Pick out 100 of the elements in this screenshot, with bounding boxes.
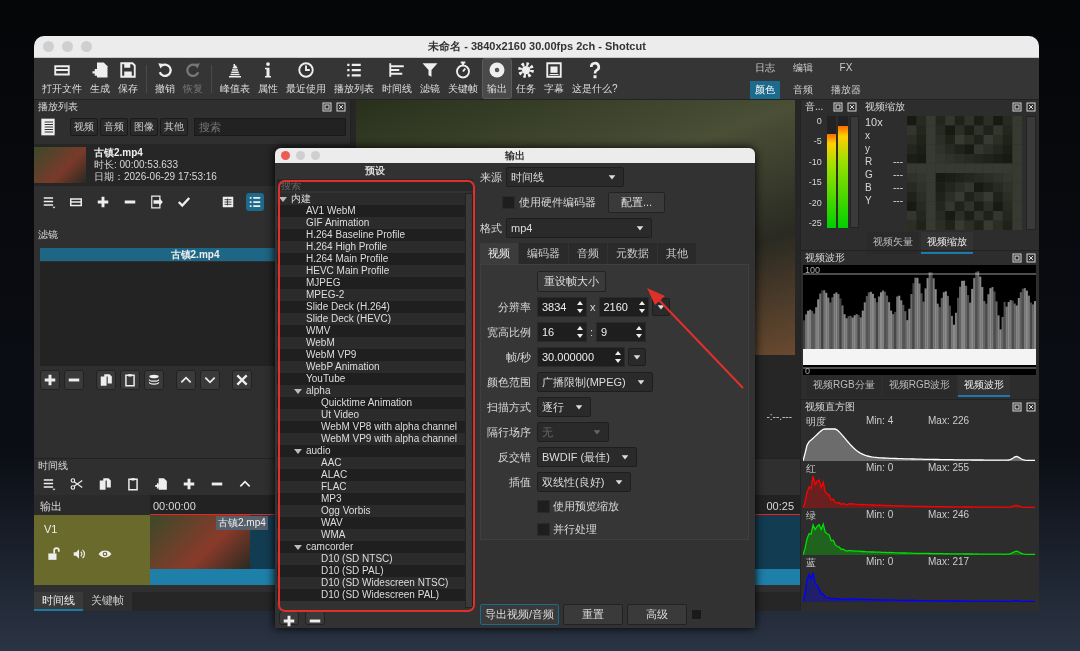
toolbar-button[interactable]: 撤销 <box>151 59 179 98</box>
tab[interactable]: 其他 <box>658 243 696 264</box>
toolbar-button[interactable]: 生成 <box>86 59 114 98</box>
scrollbar[interactable] <box>849 116 859 228</box>
preset-item[interactable]: AV1 WebM <box>277 205 465 217</box>
dialog-button[interactable]: 重置 <box>563 604 624 625</box>
remove-button[interactable] <box>64 370 84 390</box>
preset-item[interactable]: 内建 <box>277 193 465 205</box>
toolbar-button[interactable]: 字幕 <box>540 59 568 98</box>
preset-item[interactable]: WebM <box>277 337 465 349</box>
dropdown[interactable]: 逐行 <box>537 397 591 417</box>
spin-box[interactable]: 2160 <box>598 297 649 317</box>
move-down-button[interactable] <box>200 370 220 390</box>
tab[interactable]: 视频 <box>480 243 518 264</box>
spin-box[interactable]: 9 <box>596 322 647 342</box>
preset-item[interactable]: D10 (SD Widescreen NTSC) <box>277 577 465 589</box>
add-button[interactable] <box>40 370 60 390</box>
scrollbar[interactable] <box>465 193 473 608</box>
move-up-button[interactable] <box>176 370 196 390</box>
paste-button[interactable] <box>120 370 140 390</box>
tab[interactable]: 视频波形 <box>958 375 1011 397</box>
preset-item[interactable]: alpha <box>277 385 465 397</box>
filter-button[interactable]: 音频 <box>100 118 128 136</box>
preset-item[interactable]: H.264 Main Profile <box>277 253 465 265</box>
toolbar-button[interactable]: 保存 <box>114 59 142 98</box>
toolbar-button[interactable]: 滤镜 <box>416 59 444 98</box>
search-field[interactable]: 搜索 <box>194 118 346 136</box>
preset-item[interactable]: WebM VP9 with alpha channel <box>277 433 465 445</box>
layout-button[interactable]: 编辑 <box>788 58 818 77</box>
layout-button[interactable]: 日志 <box>750 58 780 77</box>
spin-box[interactable]: 30.000000 <box>537 347 625 367</box>
preset-item[interactable]: Slide Deck (H.264) <box>277 301 465 313</box>
dialog-button[interactable]: 导出视频/音频 <box>480 604 560 625</box>
layout-button[interactable]: FX <box>826 58 866 77</box>
toolbar-button[interactable]: 关键帧 <box>444 59 482 98</box>
dropdown[interactable]: 广播限制(MPEG) <box>537 372 653 392</box>
preset-item[interactable]: D10 (SD PAL) <box>277 565 465 577</box>
preset-item[interactable]: WebM VP8 with alpha channel <box>277 421 465 433</box>
preset-item[interactable]: WAV <box>277 517 465 529</box>
toolbar-button[interactable]: 打开文件 <box>38 59 86 98</box>
filter-button[interactable]: 图像 <box>130 118 158 136</box>
preset-item[interactable]: GIF Animation <box>277 217 465 229</box>
toolbar-button[interactable]: 时间线 <box>378 59 416 98</box>
preset-item[interactable]: Ut Video <box>277 409 465 421</box>
tab[interactable]: 音频 <box>569 243 607 264</box>
preset-item[interactable]: Ogg Vorbis <box>277 505 465 517</box>
checkbox[interactable] <box>537 499 550 513</box>
preset-item[interactable]: HEVC Main Profile <box>277 265 465 277</box>
preset-menu-button[interactable] <box>628 348 646 366</box>
preset-item[interactable]: WMV <box>277 325 465 337</box>
tab[interactable]: 时间线 <box>34 592 83 611</box>
configure-button[interactable]: 配置... <box>608 192 666 213</box>
preset-item[interactable]: audio <box>277 445 465 457</box>
preset-item[interactable]: WMA <box>277 529 465 541</box>
filter-button[interactable]: 视频 <box>70 118 98 136</box>
dropdown[interactable]: mp4 <box>506 218 652 238</box>
preset-item[interactable]: Slide Deck (HEVC) <box>277 313 465 325</box>
preset-item[interactable]: camcorder <box>277 541 465 553</box>
preset-item[interactable]: ALAC <box>277 469 465 481</box>
view-button[interactable] <box>246 193 264 211</box>
preset-item[interactable]: H.264 High Profile <box>277 241 465 253</box>
preset-item[interactable]: AAC <box>277 457 465 469</box>
layout-button[interactable]: 播放器 <box>826 80 866 99</box>
toolbar-button[interactable]: 输出 <box>482 58 512 99</box>
add-button[interactable] <box>279 611 299 625</box>
filter-button[interactable]: 其他 <box>160 118 188 136</box>
layout-button[interactable]: 颜色 <box>750 80 780 99</box>
preset-item[interactable]: MPEG-2 <box>277 289 465 301</box>
preset-item[interactable]: Quicktime Animation <box>277 397 465 409</box>
toolbar-button[interactable]: 峰值表 <box>216 59 254 98</box>
toggle-button[interactable] <box>691 609 703 620</box>
append-button[interactable] <box>152 475 170 493</box>
layout-button[interactable]: 音频 <box>788 80 818 99</box>
preset-item[interactable]: D10 (SD Widescreen PAL) <box>277 589 465 601</box>
preset-item[interactable]: MP3 <box>277 493 465 505</box>
preset-item[interactable]: WebP Animation <box>277 361 465 373</box>
tab[interactable]: 视频缩放 <box>921 232 973 254</box>
preset-item[interactable]: H.264 Baseline Profile <box>277 229 465 241</box>
checkbox[interactable] <box>537 522 550 536</box>
preset-item[interactable]: D10 (SD NTSC) <box>277 553 465 565</box>
copy-button[interactable] <box>96 370 116 390</box>
reset-size-button[interactable]: 重设帧大小 <box>537 271 606 292</box>
toolbar-button[interactable]: 最近使用 <box>282 59 330 98</box>
stack-button[interactable] <box>144 370 164 390</box>
close-button[interactable] <box>232 370 252 390</box>
preset-item[interactable]: YouTube <box>277 373 465 385</box>
toolbar-button[interactable]: 播放列表 <box>330 59 378 98</box>
preset-item[interactable]: FLAC <box>277 481 465 493</box>
preset-item[interactable]: WebM VP9 <box>277 349 465 361</box>
toolbar-button[interactable]: 任务 <box>512 59 540 98</box>
toolbar-button[interactable]: 属性 <box>254 59 282 98</box>
tab[interactable]: 编码器 <box>519 243 568 264</box>
scrollbar[interactable] <box>1026 116 1036 230</box>
toolbar-button[interactable]: 这是什么? <box>568 59 622 98</box>
dropdown[interactable]: 时间线 <box>506 167 624 187</box>
spin-box[interactable]: 16 <box>537 322 587 342</box>
dialog-button[interactable]: 高级 <box>627 604 688 625</box>
dropdown[interactable]: BWDIF (最佳) <box>537 447 637 467</box>
preset-item[interactable]: MJPEG <box>277 277 465 289</box>
tab[interactable]: 元数据 <box>608 243 657 264</box>
